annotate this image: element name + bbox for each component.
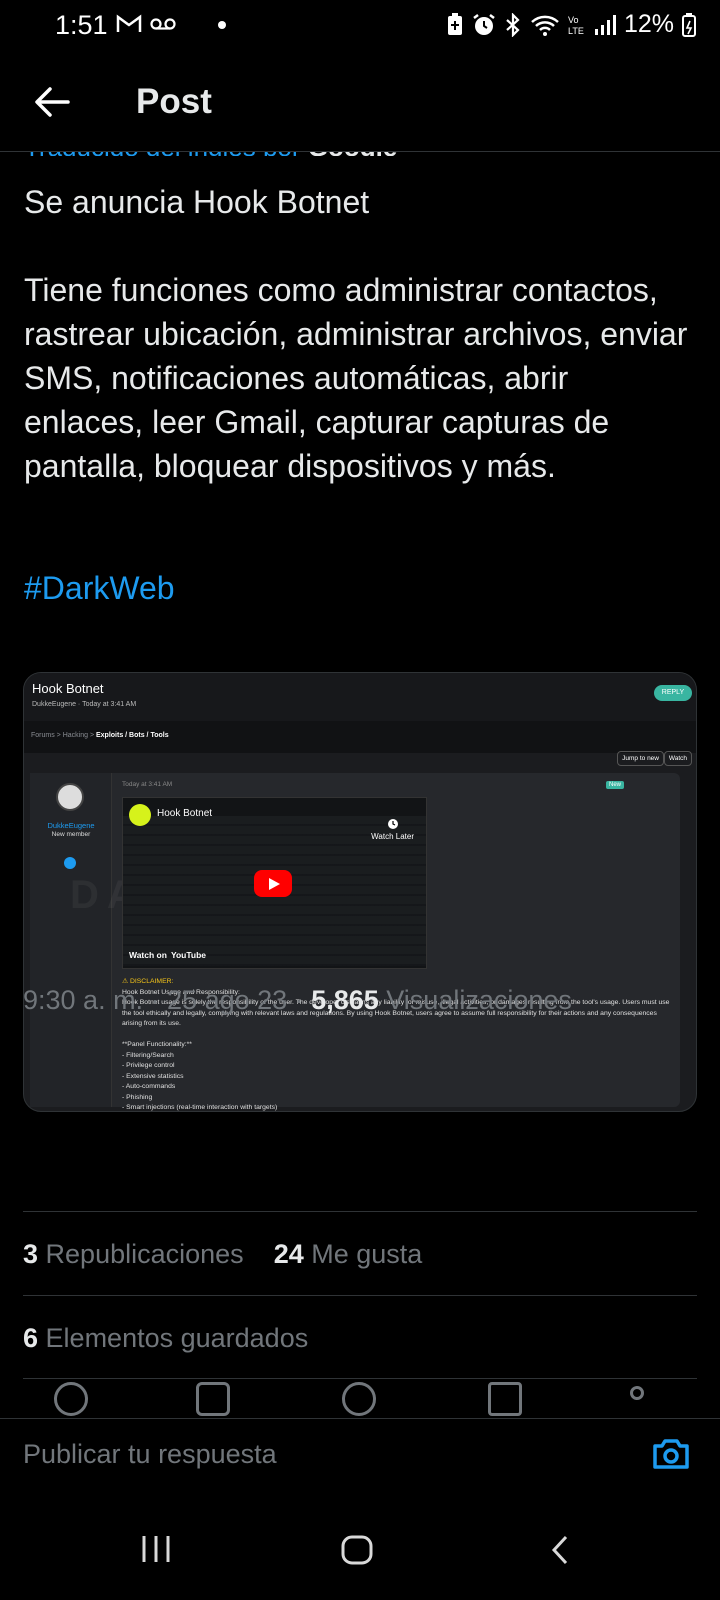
- media-watch-later: Watch Later: [371, 818, 414, 841]
- media-reply-button: REPLY: [654, 685, 692, 701]
- timestamp-text: 9:30 a. m. · 25 ago 23 ·: [23, 985, 304, 1015]
- likes-count: 24: [273, 1239, 304, 1269]
- battery-icon: [682, 12, 696, 37]
- repost-icon[interactable]: [196, 1382, 230, 1416]
- media-bc-forums: Forums: [31, 732, 55, 739]
- divider: [23, 1211, 697, 1212]
- reposts-label: Republicaciones: [45, 1239, 244, 1269]
- volte-icon: VoLTE: [568, 15, 584, 36]
- media-forum-header: Hook Botnet DukkeEugene · Today at 3:41 …: [24, 673, 696, 721]
- reply-bar: Publicar tu respuesta: [0, 1418, 720, 1502]
- media-user-pane: DukkeEugene New member: [30, 773, 112, 1107]
- status-left-icons: [116, 14, 176, 34]
- share-icon[interactable]: [630, 1386, 644, 1400]
- media-bc-section: Exploits / Bots / Tools: [96, 732, 169, 739]
- back-arrow-icon[interactable]: [30, 80, 74, 124]
- home-icon[interactable]: [340, 1534, 374, 1566]
- page-title: Post: [136, 82, 212, 121]
- media-post-date: Today at 3:41 AM: [122, 781, 173, 788]
- status-time: 1:51: [55, 10, 108, 40]
- app-header: Post: [0, 52, 720, 152]
- post-text: Se anuncia Hook Botnet Tiene funciones c…: [24, 184, 688, 484]
- media-channel-avatar: [129, 804, 151, 826]
- media-username: DukkeEugene: [47, 821, 95, 830]
- alarm-icon: [473, 13, 495, 35]
- youtube-play-icon: [254, 870, 292, 897]
- reposts-stat[interactable]: 3 Republicaciones: [23, 1239, 244, 1269]
- media-disclaimer-title: ⚠ DISCLAIMER:: [122, 978, 174, 985]
- post-actions-row: [0, 1378, 720, 1418]
- camera-icon[interactable]: [650, 1433, 692, 1475]
- media-watch-on: Watch on YouTube: [129, 950, 206, 960]
- hashtag-link[interactable]: #DarkWeb: [24, 570, 175, 607]
- likes-label: Me gusta: [311, 1239, 423, 1269]
- media-user-role: New member: [51, 831, 91, 838]
- bookmarks-count: 6: [23, 1323, 39, 1353]
- system-nav-bar: [0, 1500, 720, 1600]
- media-video-embed: Hook Botnet Watch Later Watch on YouTube: [122, 797, 427, 969]
- battery-percent: 12%: [623, 10, 674, 38]
- reply-input[interactable]: Publicar tu respuesta: [23, 1439, 277, 1470]
- media-post-card: DukkeEugene New member Today at 3:41 AM …: [30, 773, 680, 1111]
- engagement-stats-row: 3 Republicaciones 24 Me gusta: [23, 1239, 422, 1270]
- likes-stat[interactable]: 24 Me gusta: [274, 1239, 423, 1269]
- media-avatar: [56, 783, 84, 811]
- battery-saver-icon: [447, 12, 462, 35]
- post-media-image[interactable]: Hook Botnet DukkeEugene · Today at 3:41 …: [23, 672, 697, 1112]
- bookmark-icon[interactable]: [488, 1382, 522, 1416]
- status-right-icons: Vo LTE 12%: [446, 10, 696, 39]
- media-watch-button: Watch: [663, 751, 692, 766]
- media-thread-title: Hook Botnet: [32, 681, 104, 696]
- status-bar: 1:51 Vo LTE 12%: [0, 0, 720, 52]
- media-thread-meta: DukkeEugene · Today at 3:41 AM: [32, 701, 137, 708]
- media-watch-on-label: Watch on: [129, 950, 167, 960]
- views-label: Visualizaciones: [386, 985, 572, 1015]
- divider: [23, 1295, 697, 1296]
- wifi-icon: [531, 15, 559, 36]
- clock-icon: [387, 819, 398, 829]
- bookmarks-label: Elementos guardados: [45, 1323, 309, 1353]
- signal-icon: [594, 14, 616, 35]
- svg-text:Vo: Vo: [568, 15, 579, 25]
- notification-dot: [218, 21, 226, 29]
- media-watch-later-label: Watch Later: [371, 832, 414, 841]
- bluetooth-icon: [506, 12, 520, 37]
- heart-icon[interactable]: [342, 1382, 376, 1416]
- media-jump-button: Jump to new: [617, 751, 664, 766]
- voicemail-icon: [150, 18, 176, 30]
- post-timestamp: 9:30 a. m. · 25 ago 23 · 5,865 Visualiza…: [23, 985, 572, 1016]
- svg-text:LTE: LTE: [568, 26, 584, 36]
- media-user-badge-icon: [64, 857, 76, 869]
- media-breadcrumb: Forums > Hacking > Exploits / Bots / Too…: [24, 721, 696, 753]
- gmail-icon: [116, 14, 142, 32]
- media-new-badge: New: [605, 781, 624, 789]
- media-bc-hacking: Hacking: [62, 732, 89, 739]
- reposts-count: 3: [23, 1239, 39, 1269]
- back-nav-icon[interactable]: [548, 1534, 572, 1566]
- recent-apps-icon[interactable]: [140, 1534, 172, 1564]
- bookmarks-stats-row[interactable]: 6 Elementos guardados: [23, 1323, 308, 1354]
- reply-icon[interactable]: [54, 1382, 88, 1416]
- youtube-logo-icon: YouTube: [170, 950, 207, 960]
- views-count: 5,865: [311, 985, 379, 1015]
- media-video-title: Hook Botnet: [157, 808, 213, 819]
